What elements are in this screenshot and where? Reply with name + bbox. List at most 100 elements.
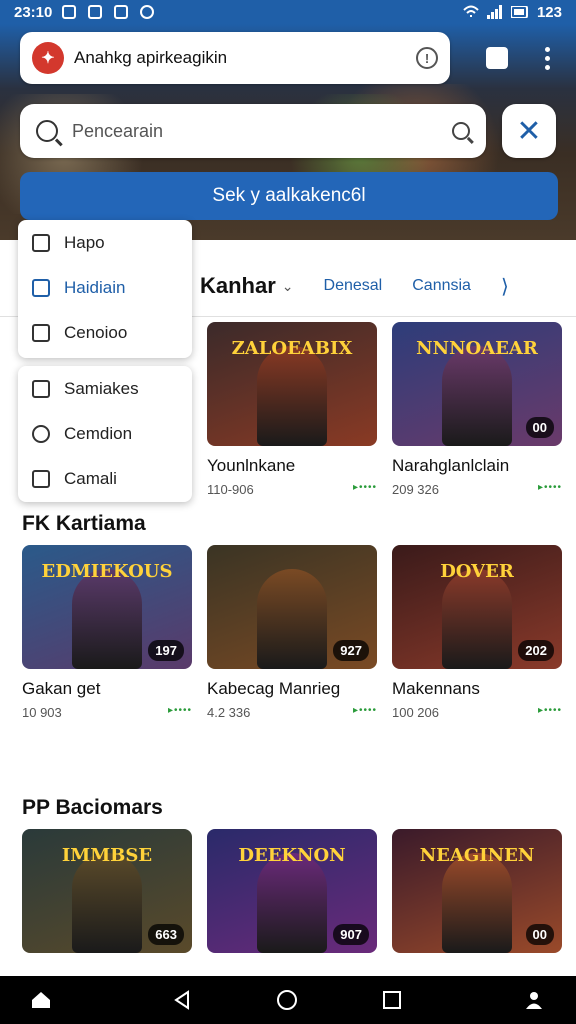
game-thumbnail[interactable]: EDMIEKOUS 197: [22, 545, 192, 669]
game-meta: 100 206: [392, 705, 439, 720]
home-app-icon[interactable]: [30, 990, 52, 1010]
battery-icon: [510, 6, 528, 18]
count-badge: 00: [525, 924, 554, 945]
category-tabs: Kanhar ⌄ Denesal Cannsia ⟩: [200, 258, 576, 314]
chat-icon: [140, 5, 155, 19]
rating-indicator: ▸••••: [537, 482, 562, 493]
game-card[interactable]: ZALOEABIX Younlnkane 110-906 ▸••••: [207, 322, 377, 497]
address-bar[interactable]: ✦ Anahkg apirkeagikin !: [20, 32, 450, 84]
address-text: Anahkg apirkeagikin: [74, 48, 228, 67]
tab-main[interactable]: Kanhar: [200, 273, 276, 299]
game-logo: NNNOAEAR: [416, 338, 538, 359]
count-badge: 663: [148, 924, 184, 945]
game-card[interactable]: NNNOAEAR 00 Narahglanlclain 209 326 ▸••••: [392, 322, 562, 497]
game-thumbnail[interactable]: NNNOAEAR 00: [392, 322, 562, 446]
more-menu-icon[interactable]: [544, 46, 550, 70]
game-card[interactable]: DOVER 202 Makennans 100 206 ▸••••: [392, 545, 562, 720]
game-thumbnail[interactable]: 927: [207, 545, 377, 669]
game-logo: DOVER: [440, 561, 514, 582]
menu-item-label: Camali: [64, 468, 117, 488]
menu-item[interactable]: Haidiain: [18, 265, 192, 310]
lens-icon[interactable]: [452, 122, 470, 140]
recents-icon[interactable]: [382, 990, 402, 1010]
game-card[interactable]: 927 Kabecag Manrieg 4.2 336 ▸••••: [207, 545, 377, 720]
mail-icon: [88, 5, 103, 19]
game-title: Narahglanlclain: [392, 456, 510, 475]
game-thumbnail[interactable]: NEAGINEN 00: [392, 829, 562, 953]
menu-item-label: Haidiain: [64, 277, 126, 297]
menu-item[interactable]: Samiakes: [18, 366, 192, 411]
signal-icon: [486, 5, 502, 19]
menu-item-label: Cenoioo: [64, 322, 128, 342]
clock: 23:10: [14, 3, 53, 21]
character-art: [257, 569, 327, 669]
rating-indicator: ▸••••: [167, 705, 192, 716]
game-thumbnail[interactable]: DEEKNON 907: [207, 829, 377, 953]
game-card[interactable]: NEAGINEN 00: [392, 829, 562, 953]
image-icon: [32, 469, 50, 488]
info-icon[interactable]: !: [416, 47, 438, 69]
game-meta: 209 326: [392, 482, 439, 497]
game-card[interactable]: DEEKNON 907: [207, 829, 377, 953]
section-title: PP Baciomars: [22, 796, 163, 819]
chevron-down-icon[interactable]: ⌄: [282, 278, 294, 295]
tab-item[interactable]: Cannsia: [412, 277, 471, 295]
notification-icon: [62, 5, 77, 19]
wifi-icon: [463, 5, 479, 17]
extensions-icon[interactable]: [486, 47, 509, 69]
calendar-icon: [32, 323, 50, 342]
game-title: Makennans: [392, 679, 480, 698]
game-thumbnail[interactable]: ZALOEABIX: [207, 322, 377, 446]
game-logo: EDMIEKOUS: [41, 561, 173, 582]
game-title: Younlnkane: [207, 456, 296, 475]
count-badge: 202: [518, 640, 554, 661]
game-meta: 10 903: [22, 705, 62, 720]
music-icon: [114, 5, 129, 19]
menu-item[interactable]: Hapo: [18, 220, 192, 265]
game-logo: DEEKNON: [238, 845, 346, 866]
search-input[interactable]: [72, 120, 452, 142]
rating-indicator: ▸••••: [537, 705, 562, 716]
search-box[interactable]: [20, 104, 486, 158]
game-thumbnail[interactable]: DOVER 202: [392, 545, 562, 669]
bag-icon: [32, 278, 50, 297]
game-logo: NEAGINEN: [419, 845, 535, 866]
system-nav-bar: [0, 976, 576, 1024]
primary-action-button[interactable]: Sek y aalkakenc6l: [20, 172, 558, 220]
game-title: Gakan get: [22, 679, 101, 698]
close-button[interactable]: ✕: [502, 104, 556, 158]
dropdown-menu: Hapo Haidiain Cenoioo: [18, 220, 192, 358]
menu-item[interactable]: Cemdion: [18, 411, 192, 456]
count-badge: 927: [333, 640, 369, 661]
status-bar: 23:10 123: [0, 0, 576, 24]
back-icon[interactable]: [172, 990, 192, 1010]
count-badge: 907: [333, 924, 369, 945]
menu-item-label: Hapo: [64, 232, 105, 252]
count-badge: 197: [148, 640, 184, 661]
tab-item[interactable]: Denesal: [324, 277, 383, 295]
chevron-right-icon[interactable]: ⟩: [501, 274, 509, 299]
menu-item-label: Cemdion: [64, 423, 133, 443]
game-thumbnail[interactable]: IMMBSE 663: [22, 829, 192, 953]
refresh-icon: [32, 424, 50, 443]
game-title: Kabecag Manrieg: [207, 679, 341, 698]
game-meta: 4.2 336: [207, 705, 251, 720]
home-icon[interactable]: [276, 989, 298, 1011]
rating-indicator: ▸••••: [352, 482, 377, 493]
profile-icon[interactable]: [524, 990, 544, 1010]
app-logo-icon: ✦: [32, 42, 64, 74]
checkbox-icon: [32, 233, 50, 252]
section-title: FK Kartiama: [22, 512, 146, 535]
menu-item[interactable]: Cenoioo: [18, 310, 192, 355]
game-meta: 110-906: [207, 482, 254, 497]
game-card[interactable]: IMMBSE 663: [22, 829, 192, 953]
rating-indicator: ▸••••: [352, 705, 377, 716]
game-card[interactable]: EDMIEKOUS 197 Gakan get 10 903 ▸••••: [22, 545, 192, 720]
top-actions: [468, 36, 568, 80]
menu-item[interactable]: Camali: [18, 456, 192, 501]
game-logo: ZALOEABIX: [231, 338, 353, 359]
battery-level: 123: [536, 3, 562, 21]
search-icon: [36, 120, 58, 142]
menu-item-label: Samiakes: [64, 378, 139, 398]
count-badge: 00: [525, 417, 554, 438]
